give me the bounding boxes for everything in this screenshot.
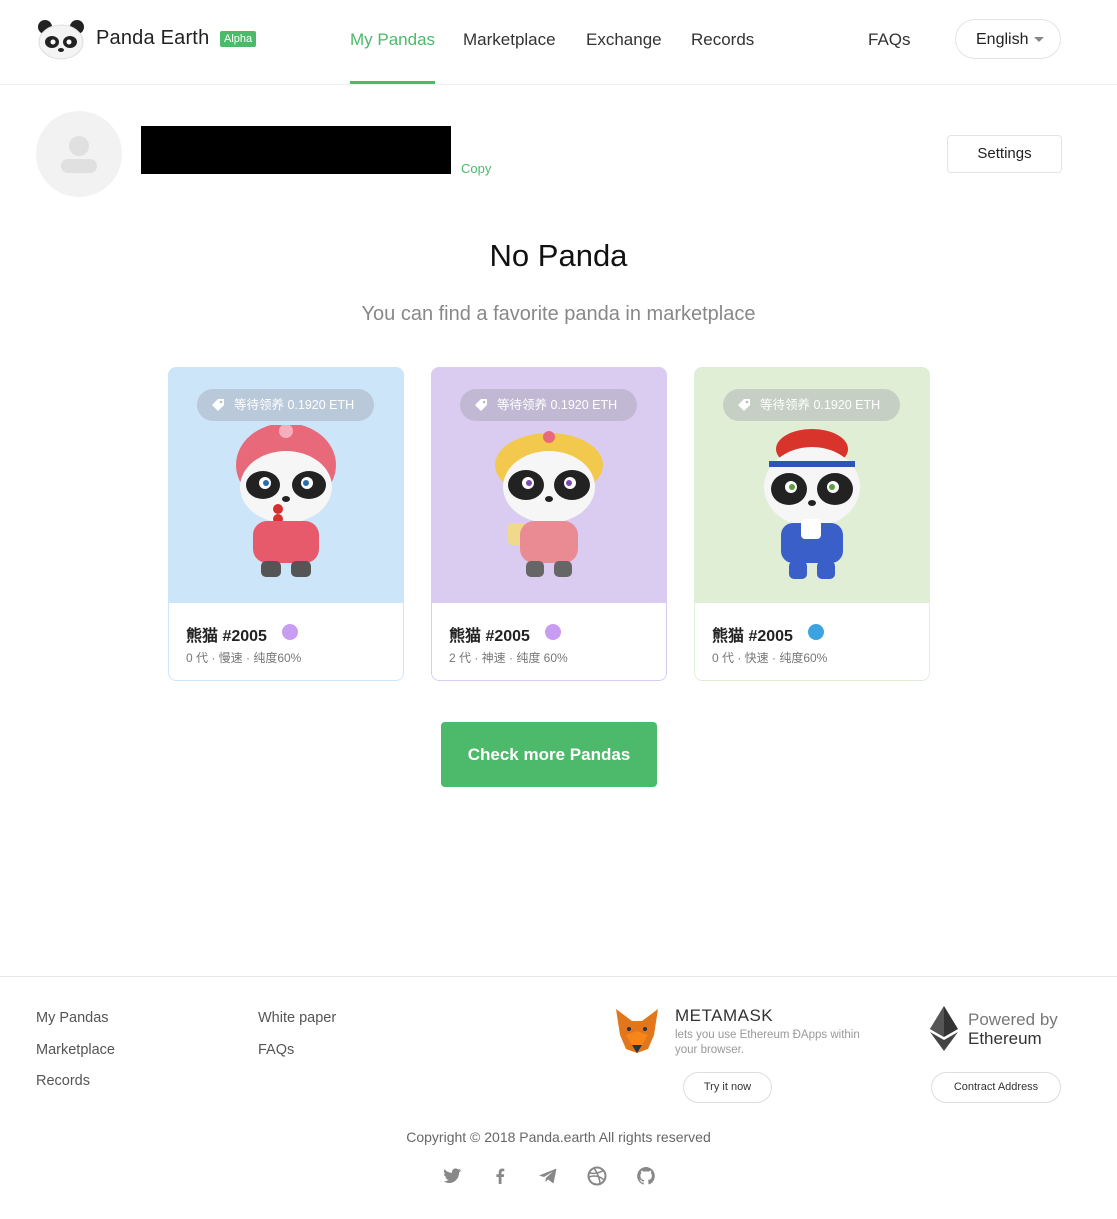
footer-link-faqs[interactable]: FAQs <box>258 1042 294 1058</box>
footer-divider <box>0 976 1117 977</box>
language-label: English <box>976 31 1029 48</box>
panda-illustration-icon <box>236 425 336 577</box>
panda-card-image: 等待领养 0.1920 ETH <box>431 367 667 603</box>
ethereum-logo-icon <box>930 1006 958 1051</box>
price-text: 等待领养 0.1920 ETH <box>234 398 355 412</box>
contract-address-button[interactable]: Contract Address <box>931 1072 1061 1103</box>
panda-card[interactable]: 等待领养 0.1920 ETH 熊猫 #2005 0 代 · 快速 · 纯度60… <box>694 367 930 681</box>
tag-icon <box>738 399 750 411</box>
panda-card-info: 熊猫 #2005 0 代 · 慢速 · 纯度60% <box>168 603 404 681</box>
purple-gem-icon <box>545 624 561 640</box>
user-placeholder-icon <box>61 136 97 173</box>
price-pill: 等待领养 0.1920 ETH <box>197 389 374 421</box>
nav-marketplace[interactable]: Marketplace <box>463 30 556 50</box>
footer-link-white-paper[interactable]: White paper <box>258 1010 336 1026</box>
panda-card-info: 熊猫 #2005 0 代 · 快速 · 纯度60% <box>694 603 930 681</box>
panda-card[interactable]: 等待领养 0.1920 ETH 熊猫 #2005 2 代 · 神速 · 纯度 6… <box>431 367 667 681</box>
nav-faqs[interactable]: FAQs <box>868 30 911 50</box>
active-nav-indicator <box>350 81 435 84</box>
alpha-badge: Alpha <box>220 31 257 47</box>
blue-gem-icon <box>808 624 824 640</box>
footer-link-my-pandas[interactable]: My Pandas <box>36 1010 109 1026</box>
copyright-text: Copyright © 2018 Panda.earth All rights … <box>406 1129 711 1145</box>
tag-icon <box>212 399 224 411</box>
empty-subtitle: You can find a favorite panda in marketp… <box>361 303 756 325</box>
redacted-address <box>141 126 451 174</box>
avatar <box>36 111 122 197</box>
panda-illustration-icon <box>764 429 860 579</box>
panda-card[interactable]: 等待领养 0.1920 ETH 熊猫 #2005 0 代 · 慢速 · 纯度60… <box>168 367 404 681</box>
footer-link-marketplace[interactable]: Marketplace <box>36 1042 115 1058</box>
panda-meta: 0 代 · 快速 · 纯度60% <box>712 651 828 665</box>
tag-icon <box>475 399 487 411</box>
metamask-description: lets you use Ethereum ĐApps within your … <box>675 1029 860 1056</box>
panda-card-info: 熊猫 #2005 2 代 · 神速 · 纯度 60% <box>431 603 667 681</box>
panda-name: 熊猫 #2005 <box>712 628 793 645</box>
twitter-icon[interactable] <box>441 1165 463 1187</box>
panda-card-image: 等待领养 0.1920 ETH <box>168 367 404 603</box>
try-it-now-button[interactable]: Try it now <box>683 1072 772 1103</box>
nav-my-pandas[interactable]: My Pandas <box>350 30 435 50</box>
check-more-pandas-button[interactable]: Check more Pandas <box>441 722 657 787</box>
top-header: Panda Earth Alpha My Pandas Marketplace … <box>0 0 1117 85</box>
chevron-down-icon <box>1034 37 1044 42</box>
metamask-title: METAMASK <box>675 1006 774 1025</box>
nav-records[interactable]: Records <box>691 30 754 50</box>
telegram-icon[interactable] <box>537 1165 559 1187</box>
panda-logo-icon[interactable] <box>36 18 86 60</box>
panda-name: 熊猫 #2005 <box>449 628 530 645</box>
language-select[interactable]: English <box>955 19 1061 59</box>
panda-meta: 2 代 · 神速 · 纯度 60% <box>449 651 568 665</box>
facebook-icon[interactable] <box>489 1165 511 1187</box>
price-pill: 等待领养 0.1920 ETH <box>723 389 900 421</box>
nav-exchange[interactable]: Exchange <box>586 30 662 50</box>
panda-illustration-icon <box>495 431 603 577</box>
settings-button[interactable]: Settings <box>947 135 1062 173</box>
footer-link-records[interactable]: Records <box>36 1073 90 1089</box>
purple-gem-icon <box>282 624 298 640</box>
ethereum-label: Ethereum <box>968 1029 1042 1048</box>
github-icon[interactable] <box>635 1165 657 1187</box>
price-pill: 等待领养 0.1920 ETH <box>460 389 637 421</box>
panda-card-image: 等待领养 0.1920 ETH <box>694 367 930 603</box>
price-text: 等待领养 0.1920 ETH <box>497 398 618 412</box>
copy-address-link[interactable]: Copy <box>461 161 491 176</box>
empty-title: No Panda <box>489 238 628 273</box>
metamask-fox-icon <box>616 1009 658 1053</box>
powered-by-label: Powered by <box>968 1010 1058 1029</box>
panda-meta: 0 代 · 慢速 · 纯度60% <box>186 651 302 665</box>
dribbble-icon[interactable] <box>586 1165 608 1187</box>
panda-name: 熊猫 #2005 <box>186 628 267 645</box>
price-text: 等待领养 0.1920 ETH <box>760 398 881 412</box>
brand-name[interactable]: Panda Earth <box>96 27 209 50</box>
